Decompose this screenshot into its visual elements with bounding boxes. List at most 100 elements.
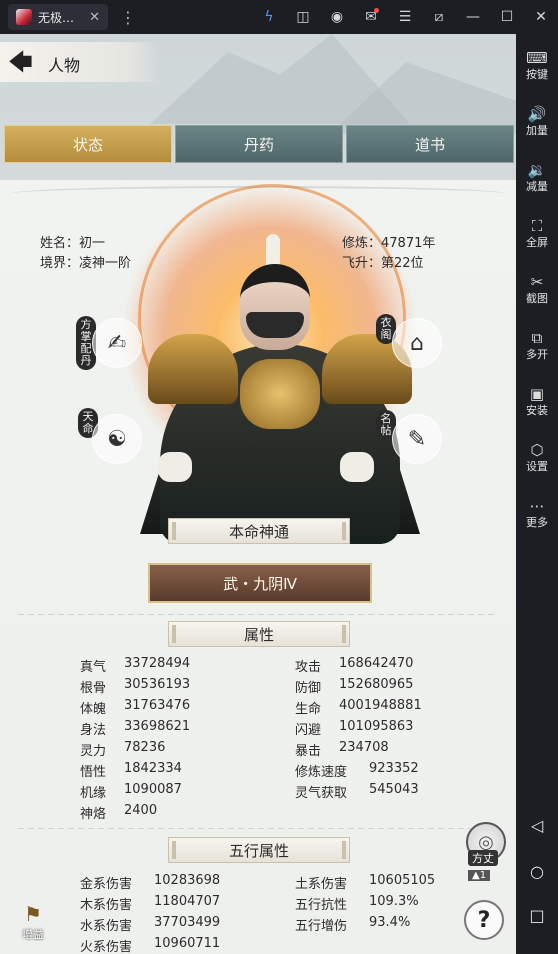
attr-row: 暴击 234708 <box>295 740 389 759</box>
account-icon[interactable]: ◉ <box>320 0 354 34</box>
multi-window-icon: ⧉ <box>531 329 543 347</box>
wuxing-row: 水系伤害 37703499 <box>80 915 221 934</box>
android-home-icon[interactable]: ○ <box>516 862 558 881</box>
tab-pills[interactable]: 丹药 <box>175 125 343 163</box>
hero-mask <box>246 312 304 338</box>
game-viewport: 🡄 人物 状态 丹药 道书 姓名：初一 境界：凌神一阶 修炼：47871年 飞升… <box>0 34 516 954</box>
gear-icon: ⬡ <box>530 441 544 459</box>
page-title: 人物 <box>48 56 81 75</box>
fullscreen-icon: ⛶ <box>531 217 543 235</box>
sidebar-item-label: 减量 <box>526 180 548 193</box>
character-portrait <box>140 234 420 564</box>
attr-row: 根骨 30536193 <box>80 677 191 696</box>
attr-row: 修炼速度 923352 <box>295 761 419 780</box>
tab-close-icon[interactable]: ✕ <box>89 10 100 25</box>
attr-row: 灵气获取 545043 <box>295 782 419 801</box>
hero-fist-left <box>158 452 192 482</box>
sidebar-item-multi-instance[interactable]: ⧉ 多开 <box>516 328 558 362</box>
sidebar-item-volume-up[interactable]: 🔊 加量 <box>516 104 558 138</box>
more-icon: ⋯ <box>529 497 545 515</box>
attr-row: 防御 152680965 <box>295 677 414 696</box>
attributes-title: 属性 <box>168 621 350 647</box>
attr-row: 真气 33728494 <box>80 656 191 675</box>
hero-fist-right <box>340 452 374 482</box>
sidebar-item-screenshot[interactable]: ✂ 截图 <box>516 272 558 306</box>
buff-label: 增益 <box>22 928 44 941</box>
attr-row: 灵力 78236 <box>80 740 166 759</box>
scissors-icon: ✂ <box>530 273 544 291</box>
sidebar-item-label: 加量 <box>526 124 548 137</box>
wuxing-row: 五行抗性 109.3% <box>295 894 419 913</box>
wuxing-row: 火系伤害 10960711 <box>80 936 221 954</box>
volume-up-icon: 🔊 <box>527 105 547 123</box>
scroll-brush-icon: ✍ <box>107 330 127 356</box>
hero-shoulder-left <box>148 334 238 404</box>
sidebar-item-label: 设置 <box>526 460 548 473</box>
attr-row: 身法 33698621 <box>80 719 191 738</box>
menu-icon[interactable]: ☰ <box>388 0 422 34</box>
emulator-titlebar: 无极… ✕ ⋮ ϟ ◫ ◉ ✉ ☰ ⧄ — ☐ ✕ <box>0 0 558 34</box>
tab-bar: 状态 丹药 道书 <box>4 125 514 165</box>
buff-button[interactable]: ⚑ 增益 <box>16 902 50 946</box>
help-button[interactable]: ? <box>464 900 504 940</box>
android-recent-icon[interactable]: □ <box>516 906 558 925</box>
attr-row: 机缘 1090087 <box>80 782 182 801</box>
back-arrow-icon[interactable]: 🡄 <box>8 50 38 74</box>
name-card-icon: ✎ <box>407 426 427 452</box>
attr-row: 神烙 2400 <box>80 803 158 822</box>
tab-books[interactable]: 道书 <box>346 125 514 163</box>
character-realm: 境界：凌神一阶 <box>40 256 132 271</box>
android-back-icon[interactable]: ◁ <box>516 816 558 835</box>
wardrobe-button[interactable]: ⌂ <box>392 318 442 368</box>
mail-icon[interactable]: ✉ <box>354 0 388 34</box>
robe-icon: ⌂ <box>410 330 424 356</box>
skill-button[interactable]: 武・九阴Ⅳ <box>148 563 372 603</box>
emulator-sidebar: ⌨ 按键 🔊 加量 🔉 减量 ⛶ 全屏 ✂ 截图 ⧉ 多开 ▣ 安装 ⬡ 设置 … <box>516 34 558 954</box>
sidebar-item-label: 截图 <box>526 292 548 305</box>
sidebar-item-label: 更多 <box>526 516 548 529</box>
wuxing-title: 五行属性 <box>168 837 350 863</box>
divider <box>18 614 498 615</box>
volume-down-icon: 🔉 <box>527 161 547 179</box>
wuxing-row: 木系伤害 11804707 <box>80 894 221 913</box>
apk-icon: ▣ <box>529 385 545 403</box>
scroll-button[interactable]: ✍ <box>92 318 142 368</box>
wuxing-row: 金系伤害 10283698 <box>80 873 221 892</box>
minimize-icon[interactable]: — <box>456 0 490 34</box>
character-name: 姓名：初一 <box>40 236 106 251</box>
destiny-button[interactable]: ☯ <box>92 414 142 464</box>
sidebar-item-label: 按键 <box>526 68 548 81</box>
sidebar-item-volume-down[interactable]: 🔉 减量 <box>516 160 558 194</box>
close-icon[interactable]: ✕ <box>524 0 558 34</box>
benming-title: 本命神通 <box>168 518 350 544</box>
lion-chest-emblem <box>240 359 320 429</box>
maximize-icon[interactable]: ☐ <box>490 0 524 34</box>
sidebar-item-install[interactable]: ▣ 安装 <box>516 384 558 418</box>
attr-row: 生命 4001948881 <box>295 698 422 717</box>
wuxing-row: 土系伤害 10605105 <box>295 873 436 892</box>
notification-dot <box>374 8 379 13</box>
tab-title: 无极… <box>38 10 75 25</box>
fangzhang-count: ▲1 <box>468 870 491 881</box>
app-icon <box>16 9 32 25</box>
sidebar-item-label: 全屏 <box>526 236 548 249</box>
lightning-icon[interactable]: ϟ <box>252 0 286 34</box>
sidebar-item-more[interactable]: ⋯ 更多 <box>516 496 558 530</box>
sidebar-item-settings[interactable]: ⬡ 设置 <box>516 440 558 474</box>
fangzhang-label: 方丈 <box>468 850 498 866</box>
divider <box>18 828 498 829</box>
more-menu-icon[interactable]: ⋮ <box>120 8 136 27</box>
keyboard-icon: ⌨ <box>526 49 548 67</box>
sidebar-item-keymap[interactable]: ⌨ 按键 <box>516 48 558 82</box>
gamepad-icon[interactable]: ◫ <box>286 0 320 34</box>
buff-icon: ⚑ <box>24 902 42 926</box>
sidebar-item-fullscreen[interactable]: ⛶ 全屏 <box>516 216 558 250</box>
name-card-button[interactable]: ✎ <box>392 414 442 464</box>
pin-icon[interactable]: ⧄ <box>422 0 456 34</box>
app-tab[interactable]: 无极… ✕ <box>8 4 108 30</box>
taiji-icon: ☯ <box>107 426 127 452</box>
tab-status[interactable]: 状态 <box>4 125 172 163</box>
sidebar-item-label: 多开 <box>526 348 548 361</box>
attr-row: 悟性 1842334 <box>80 761 182 780</box>
sidebar-item-label: 安装 <box>526 404 548 417</box>
